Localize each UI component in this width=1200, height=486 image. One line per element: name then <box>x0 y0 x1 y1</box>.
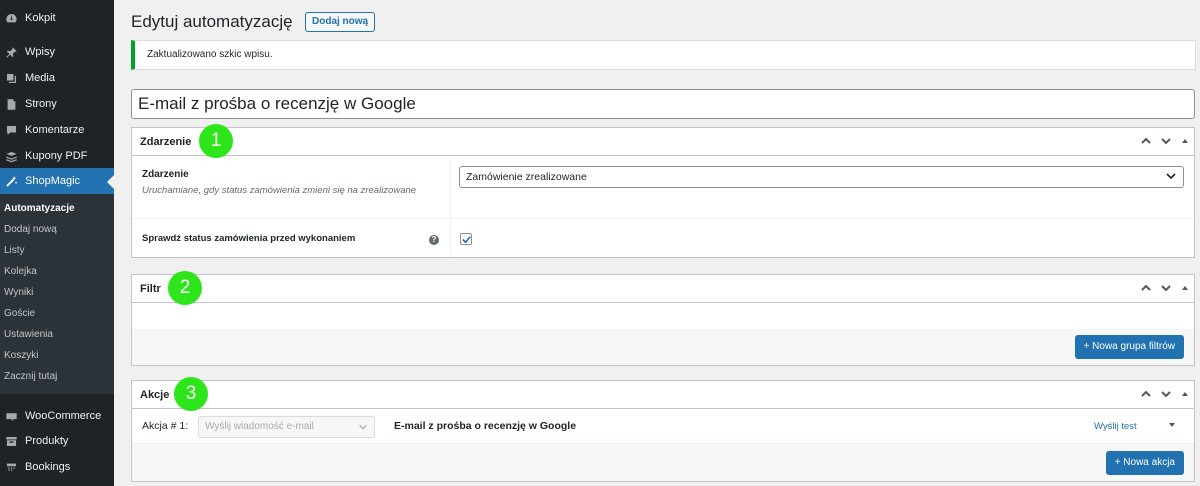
checkmark-icon <box>462 236 471 244</box>
sidebar-item-woocommerce[interactable]: WooCommerce <box>0 403 114 429</box>
filter-footer: + Nowa grupa filtrów <box>132 329 1194 365</box>
page-title: Edytuj automatyzację <box>131 12 293 31</box>
move-up-icon[interactable] <box>1140 135 1152 147</box>
action-title: E-mail z prośba o recenzję w Google <box>394 420 577 432</box>
actions-postbox: Akcje 3 Akcja # 1: Wyślij wiadomość e-ma… <box>131 377 1195 482</box>
handle-actions <box>1140 135 1188 147</box>
check-status-label: Sprawdź status zamówienia przed wykonani… <box>142 233 356 244</box>
step-badge: 2 <box>168 271 202 305</box>
submenu-item-kolejka[interactable]: Kolejka <box>4 262 37 282</box>
main-content: Edytuj automatyzację Dodaj nową Zaktuali… <box>114 0 1200 486</box>
sidebar-item-komentarze[interactable]: Komentarze <box>0 117 114 143</box>
action-row: Akcja # 1: Wyślij wiadomość e-mail E-mai… <box>132 410 1194 444</box>
new-action-button[interactable]: + Nowa akcja <box>1105 451 1184 475</box>
postbox-header[interactable]: Akcje 3 <box>132 377 1194 411</box>
sidebar-item-label: Produkty <box>25 435 69 447</box>
media-icon <box>4 71 18 85</box>
submenu-item-zacznij-tutaj[interactable]: Zacznij tutaj <box>4 367 57 387</box>
move-up-icon[interactable] <box>1140 282 1152 294</box>
expand-action-icon[interactable] <box>1169 423 1175 427</box>
sidebar-item-label: Wpisy <box>25 46 55 58</box>
event-field-description: Uruchamiane, gdy status zamówienia zmien… <box>142 185 417 196</box>
stack-icon <box>4 149 18 163</box>
sidebar-item-label: Strony <box>25 98 57 110</box>
admin-sidebar: Kokpit Wpisy Media Strony Komentarze Kup… <box>0 0 114 486</box>
handle-actions <box>1140 282 1188 294</box>
event-field-label: Zdarzenie <box>142 169 189 180</box>
check-status-checkbox[interactable] <box>460 233 472 245</box>
send-test-link[interactable]: Wyślij test <box>1094 421 1137 432</box>
page-icon <box>4 97 18 111</box>
move-down-icon[interactable] <box>1160 282 1172 294</box>
dashboard-icon <box>4 11 18 25</box>
sidebar-item-strony[interactable]: Strony <box>0 91 114 117</box>
new-filter-group-button[interactable]: + Nowa grupa filtrów <box>1074 335 1184 359</box>
event-postbox: Zdarzenie 1 Zdarzenie Uruchamiane, gdy s… <box>131 124 1195 258</box>
shopmagic-submenu: Automatyzacje Dodaj nową Listy Kolejka W… <box>0 194 114 394</box>
toggle-panel-icon[interactable] <box>1182 392 1188 396</box>
sidebar-item-label: Media <box>25 72 55 84</box>
help-icon[interactable]: ? <box>429 235 439 245</box>
postbox-header[interactable]: Filtr 2 <box>132 271 1194 305</box>
sidebar-item-kokpit[interactable]: Kokpit <box>0 5 114 31</box>
postbox-header[interactable]: Zdarzenie 1 <box>132 124 1194 158</box>
event-row: Zdarzenie Uruchamiane, gdy status zamówi… <box>132 157 1194 219</box>
chevron-down-icon <box>359 424 367 430</box>
action-label: Akcja # 1: <box>142 420 189 432</box>
sidebar-item-label: Kokpit <box>25 12 56 24</box>
post-title-input[interactable]: E-mail z prośba o recenzję w Google <box>131 89 1195 119</box>
step-badge: 3 <box>174 377 208 411</box>
woo-icon <box>4 409 18 423</box>
step-badge: 1 <box>199 124 233 158</box>
calendar-icon <box>4 460 18 474</box>
handle-actions <box>1140 388 1188 400</box>
sidebar-item-label: WooCommerce <box>25 410 102 422</box>
sidebar-item-shopmagic[interactable]: ShopMagic <box>0 168 114 194</box>
submenu-item-dodaj-nowa[interactable]: Dodaj nową <box>4 220 57 240</box>
sidebar-item-label: Kupony PDF <box>25 150 88 162</box>
update-notice: Zaktualizowano szkic wpisu. <box>131 40 1196 70</box>
submenu-item-automatyzacje[interactable]: Automatyzacje <box>4 199 75 219</box>
postbox-title: Akcje <box>140 388 170 401</box>
pin-icon <box>4 45 18 59</box>
archive-icon <box>4 434 18 448</box>
action-type-select[interactable]: Wyślij wiadomość e-mail <box>198 416 375 438</box>
magic-wand-icon <box>4 174 18 188</box>
filter-postbox: Filtr 2 + Nowa grupa filtrów <box>131 271 1195 366</box>
postbox-title: Filtr <box>140 282 161 295</box>
toggle-panel-icon[interactable] <box>1182 139 1188 143</box>
check-status-row: Sprawdź status zamówienia przed wykonani… <box>132 219 1194 257</box>
postbox-title: Zdarzenie <box>140 135 192 148</box>
sidebar-item-wpisy[interactable]: Wpisy <box>0 39 114 65</box>
action-type-value: Wyślij wiadomość e-mail <box>205 421 314 432</box>
move-down-icon[interactable] <box>1160 388 1172 400</box>
sidebar-item-bookings[interactable]: Bookings <box>0 454 114 480</box>
sidebar-item-label: ShopMagic <box>25 175 81 187</box>
event-select[interactable]: Zamówienie zrealizowane <box>459 166 1184 188</box>
actions-footer: + Nowa akcja <box>132 444 1194 481</box>
submenu-item-goscie[interactable]: Goście <box>4 304 35 324</box>
sidebar-item-produkty[interactable]: Produkty <box>0 428 114 454</box>
event-select-value: Zamówienie zrealizowane <box>466 171 587 183</box>
sidebar-item-media[interactable]: Media <box>0 65 114 91</box>
add-new-button[interactable]: Dodaj nową <box>305 12 376 32</box>
submenu-item-wyniki[interactable]: Wyniki <box>4 283 33 303</box>
sidebar-item-label: Bookings <box>25 461 71 473</box>
move-down-icon[interactable] <box>1160 135 1172 147</box>
toggle-panel-icon[interactable] <box>1182 286 1188 290</box>
submenu-item-listy[interactable]: Listy <box>4 241 25 261</box>
move-up-icon[interactable] <box>1140 388 1152 400</box>
sidebar-item-label: Komentarze <box>25 124 85 136</box>
submenu-item-koszyki[interactable]: Koszyki <box>4 346 38 366</box>
comment-icon <box>4 123 18 137</box>
chevron-down-icon <box>1166 173 1176 180</box>
active-menu-arrow <box>107 175 114 189</box>
sidebar-item-kupony-pdf[interactable]: Kupony PDF <box>0 143 114 169</box>
submenu-item-ustawienia[interactable]: Ustawienia <box>4 325 53 345</box>
